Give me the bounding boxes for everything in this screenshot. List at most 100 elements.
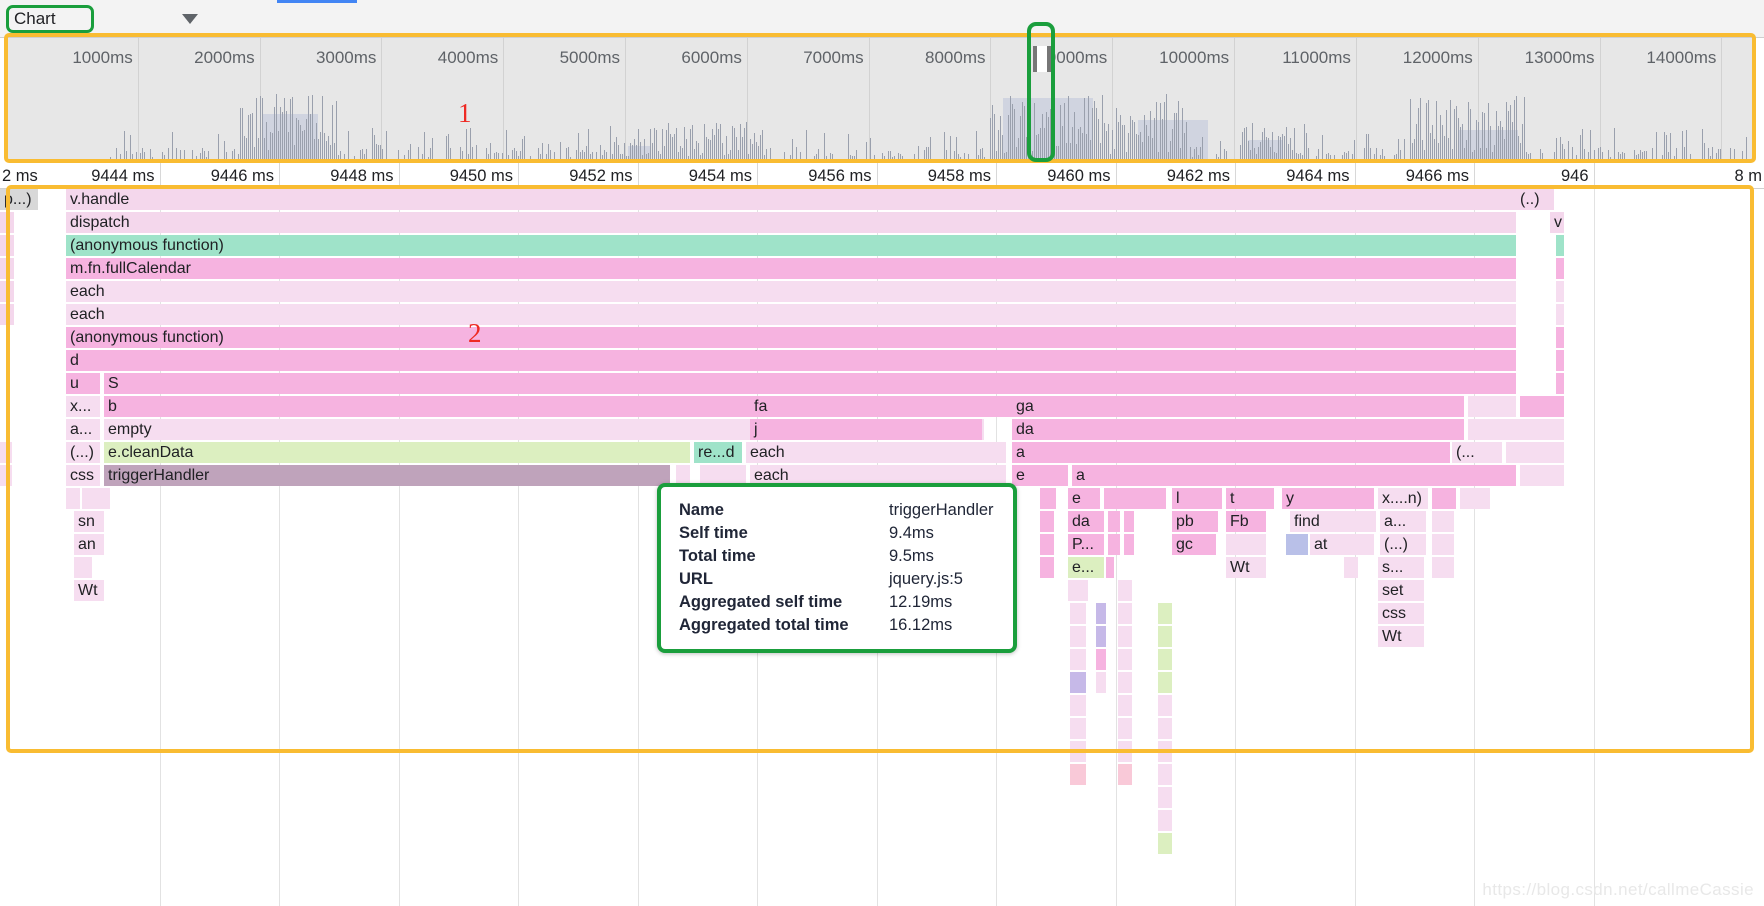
flame-bar[interactable] bbox=[1070, 718, 1086, 739]
flame-bar[interactable] bbox=[1118, 741, 1132, 762]
flame-bar[interactable] bbox=[1344, 557, 1358, 578]
flame-bar-each[interactable]: each bbox=[66, 281, 1516, 302]
flame-bar[interactable] bbox=[0, 212, 14, 233]
flame-bar[interactable] bbox=[1432, 488, 1456, 509]
flame-bar-sn[interactable]: sn bbox=[74, 511, 104, 532]
flame-bar-css[interactable]: css bbox=[66, 465, 100, 486]
flame-bar[interactable] bbox=[1108, 511, 1120, 532]
flame-bar-find[interactable]: find bbox=[1290, 511, 1376, 532]
flame-bar[interactable] bbox=[1158, 718, 1172, 739]
flame-bar[interactable] bbox=[1520, 396, 1564, 417]
timeline-overview[interactable]: 1000ms 2000ms 3000ms 4000ms 5000ms 6000ms 7000… bbox=[8, 38, 1756, 160]
flame-bar[interactable] bbox=[1104, 488, 1166, 509]
flame-bar[interactable] bbox=[1520, 465, 1564, 486]
flame-bar-[interactable]: (...) bbox=[66, 442, 100, 463]
flame-bar[interactable] bbox=[0, 304, 14, 325]
flame-bar[interactable] bbox=[0, 442, 12, 463]
flame-bar-pb[interactable]: pb bbox=[1172, 511, 1218, 532]
flame-bar-set[interactable]: set bbox=[1378, 580, 1424, 601]
flame-bar[interactable] bbox=[1158, 626, 1172, 647]
flame-bar[interactable] bbox=[1096, 626, 1106, 647]
flame-bar-l[interactable]: l bbox=[1172, 488, 1222, 509]
flame-bar[interactable] bbox=[1096, 649, 1106, 670]
flame-bar-p[interactable]: p...) bbox=[0, 189, 38, 210]
flame-bar-[interactable]: (..) bbox=[1516, 189, 1554, 210]
flame-bar-ga[interactable]: ga bbox=[1012, 396, 1464, 417]
flame-bar-a[interactable]: a... bbox=[66, 419, 100, 440]
flame-bar[interactable] bbox=[1556, 235, 1564, 256]
flame-bar[interactable] bbox=[1124, 534, 1134, 555]
flame-bar-v-handle[interactable]: v.handle bbox=[66, 189, 1516, 210]
flame-bar[interactable] bbox=[1124, 511, 1134, 532]
flame-bar[interactable] bbox=[1040, 534, 1054, 555]
flame-bar-gc[interactable]: gc bbox=[1172, 534, 1216, 555]
flame-bar[interactable] bbox=[1070, 672, 1086, 693]
flame-bar[interactable] bbox=[1070, 741, 1086, 762]
flame-bar[interactable] bbox=[1106, 557, 1114, 578]
flame-bar-u[interactable]: u bbox=[66, 373, 100, 394]
flame-bar[interactable] bbox=[1158, 672, 1172, 693]
flame-bar[interactable] bbox=[74, 557, 92, 578]
flame-bar[interactable] bbox=[1226, 534, 1266, 555]
flame-bar[interactable] bbox=[1096, 672, 1106, 693]
flame-bar-at[interactable]: at bbox=[1310, 534, 1374, 555]
flame-bar[interactable] bbox=[0, 281, 14, 302]
flame-bar-wt[interactable]: Wt bbox=[1378, 626, 1424, 647]
flame-bar-each[interactable]: each bbox=[746, 442, 1006, 463]
flame-bar-e-cleandata[interactable]: e.cleanData bbox=[104, 442, 690, 463]
flame-bar-da[interactable]: da bbox=[1068, 511, 1104, 532]
flame-bar-v[interactable]: v bbox=[1550, 212, 1564, 233]
flame-bar[interactable] bbox=[1068, 580, 1088, 601]
view-mode-select[interactable]: Chart bbox=[8, 6, 208, 32]
flame-bar-anonymous-function[interactable]: (anonymous function) bbox=[66, 327, 1516, 348]
flame-bar-e[interactable]: e bbox=[1068, 488, 1100, 509]
flame-bar[interactable] bbox=[1286, 534, 1308, 555]
flame-bar[interactable] bbox=[1556, 258, 1564, 279]
flame-bar[interactable] bbox=[1040, 511, 1054, 532]
flame-bar[interactable] bbox=[1118, 580, 1132, 601]
flame-bar[interactable] bbox=[1118, 695, 1132, 716]
flame-bar-x[interactable]: x... bbox=[66, 396, 100, 417]
flame-bar[interactable] bbox=[1432, 534, 1454, 555]
flame-bar-anonymous-function[interactable]: (anonymous function) bbox=[66, 235, 1516, 256]
flame-bar[interactable] bbox=[1118, 649, 1132, 670]
flame-bar[interactable] bbox=[1556, 304, 1564, 325]
flame-bar-t[interactable]: t bbox=[1226, 488, 1274, 509]
flame-bar-wt[interactable]: Wt bbox=[1226, 557, 1266, 578]
flame-bar-fa[interactable]: fa bbox=[750, 396, 1006, 417]
flame-bar[interactable] bbox=[1158, 603, 1172, 624]
flame-bar[interactable] bbox=[1468, 419, 1564, 440]
flame-bar[interactable] bbox=[1158, 649, 1172, 670]
flame-bar[interactable] bbox=[0, 465, 12, 486]
flame-bar-fb[interactable]: Fb bbox=[1226, 511, 1266, 532]
flame-bar[interactable] bbox=[1070, 764, 1086, 785]
flame-bar[interactable] bbox=[1556, 373, 1564, 394]
flame-bar[interactable] bbox=[1118, 603, 1132, 624]
flame-bar-each[interactable]: each bbox=[66, 304, 1516, 325]
flame-bar-e[interactable]: e... bbox=[1068, 557, 1104, 578]
flame-bar[interactable] bbox=[1432, 511, 1454, 532]
flame-bar[interactable] bbox=[1108, 534, 1120, 555]
flame-bar[interactable] bbox=[1070, 649, 1086, 670]
flame-bar-an[interactable]: an bbox=[74, 534, 104, 555]
flame-bar[interactable] bbox=[1040, 557, 1054, 578]
flame-bar-p[interactable]: P... bbox=[1068, 534, 1104, 555]
flame-bar[interactable] bbox=[1556, 350, 1564, 371]
flame-bar[interactable] bbox=[1070, 695, 1086, 716]
flame-bar[interactable] bbox=[66, 488, 80, 509]
flame-bar-a[interactable]: a bbox=[1012, 442, 1450, 463]
flame-bar[interactable] bbox=[1070, 626, 1086, 647]
flame-bar[interactable] bbox=[1118, 672, 1132, 693]
flame-bar-triggerhandler[interactable]: triggerHandler bbox=[104, 465, 670, 486]
flame-bar-m-fn-fullcalendar[interactable]: m.fn.fullCalendar bbox=[66, 258, 1516, 279]
flame-bar[interactable] bbox=[1118, 764, 1132, 785]
flame-bar-e[interactable]: e bbox=[1012, 465, 1068, 486]
flame-bar-[interactable]: (... bbox=[1452, 442, 1502, 463]
flame-bar[interactable] bbox=[1556, 327, 1564, 348]
flame-bar-[interactable]: (...) bbox=[1380, 534, 1426, 555]
flame-bar-wt[interactable]: Wt bbox=[74, 580, 104, 601]
flame-bar-css[interactable]: css bbox=[1378, 603, 1424, 624]
flame-bar-da[interactable]: da bbox=[1012, 419, 1464, 440]
flame-bar[interactable] bbox=[1432, 557, 1454, 578]
flame-bar-a[interactable]: a... bbox=[1380, 511, 1426, 532]
